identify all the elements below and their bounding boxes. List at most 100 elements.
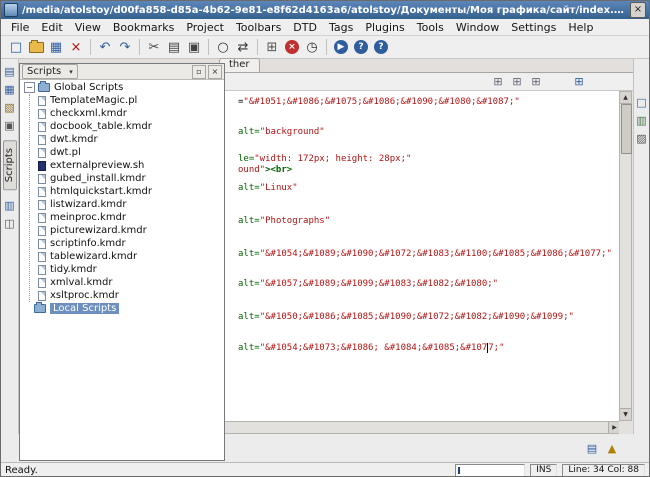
table-wizard-icon[interactable]: ⊞ <box>491 75 505 89</box>
script-file-icon <box>38 278 46 288</box>
tree-item-label: TemplateMagic.pl <box>50 95 137 106</box>
copy-icon[interactable]: ▤ <box>165 38 183 56</box>
menu-edit[interactable]: Edit <box>35 20 68 35</box>
tree-item[interactable]: scriptinfo.kmdr <box>30 237 224 250</box>
insert-mode-indicator: INS <box>530 464 557 477</box>
scripts-tree: − Global Scripts TemplateMagic.pl checkxml.… <box>20 80 224 460</box>
tree-root-label: Global Scripts <box>54 82 123 93</box>
menu-tools[interactable]: Tools <box>411 20 450 35</box>
menu-help[interactable]: Help <box>562 20 599 35</box>
docs-dock-icon[interactable]: ▥ <box>635 113 649 127</box>
help-icon[interactable]: ? <box>354 40 368 54</box>
paste-icon[interactable]: ▣ <box>185 38 203 56</box>
tree-item-label: htmlquickstart.kmdr <box>50 186 152 197</box>
tree-item[interactable]: docbook_table.kmdr <box>30 120 224 133</box>
code-span: alt= <box>238 249 260 259</box>
menu-bookmarks[interactable]: Bookmarks <box>107 20 180 35</box>
collapse-icon[interactable]: − <box>24 82 35 93</box>
struct-tree-icon[interactable]: ▣ <box>3 118 17 132</box>
tree-item[interactable]: tablewizard.kmdr <box>30 250 224 263</box>
vertical-scrollbar[interactable]: ▲ ▼ <box>619 91 632 421</box>
menu-tags[interactable]: Tags <box>323 20 359 35</box>
menu-settings[interactable]: Settings <box>505 20 562 35</box>
tree-item-label: checkxml.kmdr <box>50 108 127 119</box>
menu-dtd[interactable]: DTD <box>287 20 323 35</box>
tree-item[interactable]: picturewizard.kmdr <box>30 224 224 237</box>
insert-table-icon[interactable]: ⊞ <box>572 75 586 89</box>
find-icon[interactable]: ○ <box>214 38 232 56</box>
stop-icon[interactable]: × <box>285 40 299 54</box>
vertical-scroll-thumb[interactable] <box>621 104 632 154</box>
tree-root-global-scripts[interactable]: − Global Scripts <box>20 81 224 94</box>
menu-window[interactable]: Window <box>450 20 505 35</box>
whats-this-icon[interactable]: ? <box>374 40 388 54</box>
templates-icon[interactable]: ▧ <box>3 100 17 114</box>
table-cell-icon[interactable]: ⊞ <box>529 75 543 89</box>
menubar: FileEditViewBookmarksProjectToolbarsDTDT… <box>1 19 649 36</box>
project-tree-icon[interactable]: ▦ <box>3 82 17 96</box>
script-file-icon <box>38 213 46 223</box>
tree-item[interactable]: meinproc.kmdr <box>30 211 224 224</box>
messages-dock-icon[interactable]: ▤ <box>585 441 599 455</box>
code-span: "&#1054;&#1073;&#1086; &#1084;&#1085;&#1… <box>260 343 488 353</box>
panel-close-button[interactable]: × <box>208 65 222 79</box>
panel-dock-button[interactable]: ▫ <box>192 65 206 79</box>
tree-item[interactable]: TemplateMagic.pl <box>30 94 224 107</box>
table-row-icon[interactable]: ⊞ <box>510 75 524 89</box>
redo-icon[interactable]: ↷ <box>116 38 134 56</box>
script-file-icon <box>38 265 46 275</box>
code-line: alt="Linux" <box>238 183 298 194</box>
tree-item[interactable]: tidy.kmdr <box>30 263 224 276</box>
tree-item[interactable]: dwt.kmdr <box>30 133 224 146</box>
preview-dock-icon[interactable]: □ <box>635 95 649 109</box>
toolbar-separator <box>139 39 140 55</box>
tree-item[interactable]: gubed_install.kmdr <box>30 172 224 185</box>
tree-item[interactable]: dwt.pl <box>30 146 224 159</box>
save-file-icon[interactable]: ▦ <box>47 38 65 56</box>
cut-icon[interactable]: ✂ <box>145 38 163 56</box>
tree-root-local-scripts[interactable]: Local Scripts <box>20 302 224 315</box>
preview-icon[interactable]: ▶ <box>334 40 348 54</box>
file-tree-icon[interactable]: ▤ <box>3 64 17 78</box>
tag-attributes-dock-icon[interactable]: ▨ <box>635 131 649 145</box>
toolbar-separator <box>208 39 209 55</box>
tree-item[interactable]: listwizard.kmdr <box>30 198 224 211</box>
code-span: "Photographs" <box>260 216 330 226</box>
open-folder-icon[interactable] <box>27 38 45 56</box>
toolbar-separator <box>326 39 327 55</box>
code-span: alt= <box>238 343 260 353</box>
scripts-panel-menu-button[interactable]: Scripts ▾ <box>22 64 78 79</box>
new-file-icon[interactable]: □ <box>7 38 25 56</box>
tree-item[interactable]: xsltproc.kmdr <box>30 289 224 302</box>
quanta-window: /media/atolstoy/d00fa858-d85a-4b62-9e81-… <box>0 0 650 477</box>
menu-plugins[interactable]: Plugins <box>359 20 410 35</box>
replace-icon[interactable]: ⇄ <box>234 38 252 56</box>
attribute-tree-icon[interactable]: ◫ <box>3 216 17 230</box>
tree-item[interactable]: checkxml.kmdr <box>30 107 224 120</box>
tree-item[interactable]: htmlquickstart.kmdr <box>30 185 224 198</box>
code-line: alt="&#1050;&#1086;&#1085;&#1090;&#1072;… <box>238 312 574 323</box>
menu-project[interactable]: Project <box>180 20 230 35</box>
scroll-up-icon[interactable]: ▲ <box>620 92 631 104</box>
menu-view[interactable]: View <box>69 20 107 35</box>
code-span: "width: 172px; height: 28px;" <box>254 154 411 164</box>
tree-item[interactable]: xmlval.kmdr <box>30 276 224 289</box>
titlebar[interactable]: /media/atolstoy/d00fa858-d85a-4b62-9e81-… <box>1 1 649 19</box>
undo-icon[interactable]: ↶ <box>96 38 114 56</box>
code-span: "&#1057;&#1089;&#1099;&#1083;&#1082;&#10… <box>260 279 498 289</box>
shell-script-icon <box>38 161 46 171</box>
close-file-icon[interactable]: × <box>67 38 85 56</box>
documentation-icon[interactable]: ▥ <box>3 198 17 212</box>
tree-item[interactable]: externalpreview.sh <box>30 159 224 172</box>
menu-file[interactable]: File <box>5 20 35 35</box>
document-tab[interactable]: ther <box>219 58 260 72</box>
close-button[interactable]: × <box>630 2 646 18</box>
menu-toolbars[interactable]: Toolbars <box>230 20 287 35</box>
problems-dock-icon[interactable]: ▲ <box>605 441 619 455</box>
scroll-down-icon[interactable]: ▼ <box>620 408 631 420</box>
left-tab-scripts[interactable]: Scripts <box>3 140 17 190</box>
clock-icon[interactable]: ◷ <box>303 38 321 56</box>
toolbar-separator <box>90 39 91 55</box>
table-icon[interactable]: ⊞ <box>263 38 281 56</box>
left-dock-tabbar: ▤ ▦ ▧ ▣ Scripts ▥ ◫ <box>1 59 19 434</box>
